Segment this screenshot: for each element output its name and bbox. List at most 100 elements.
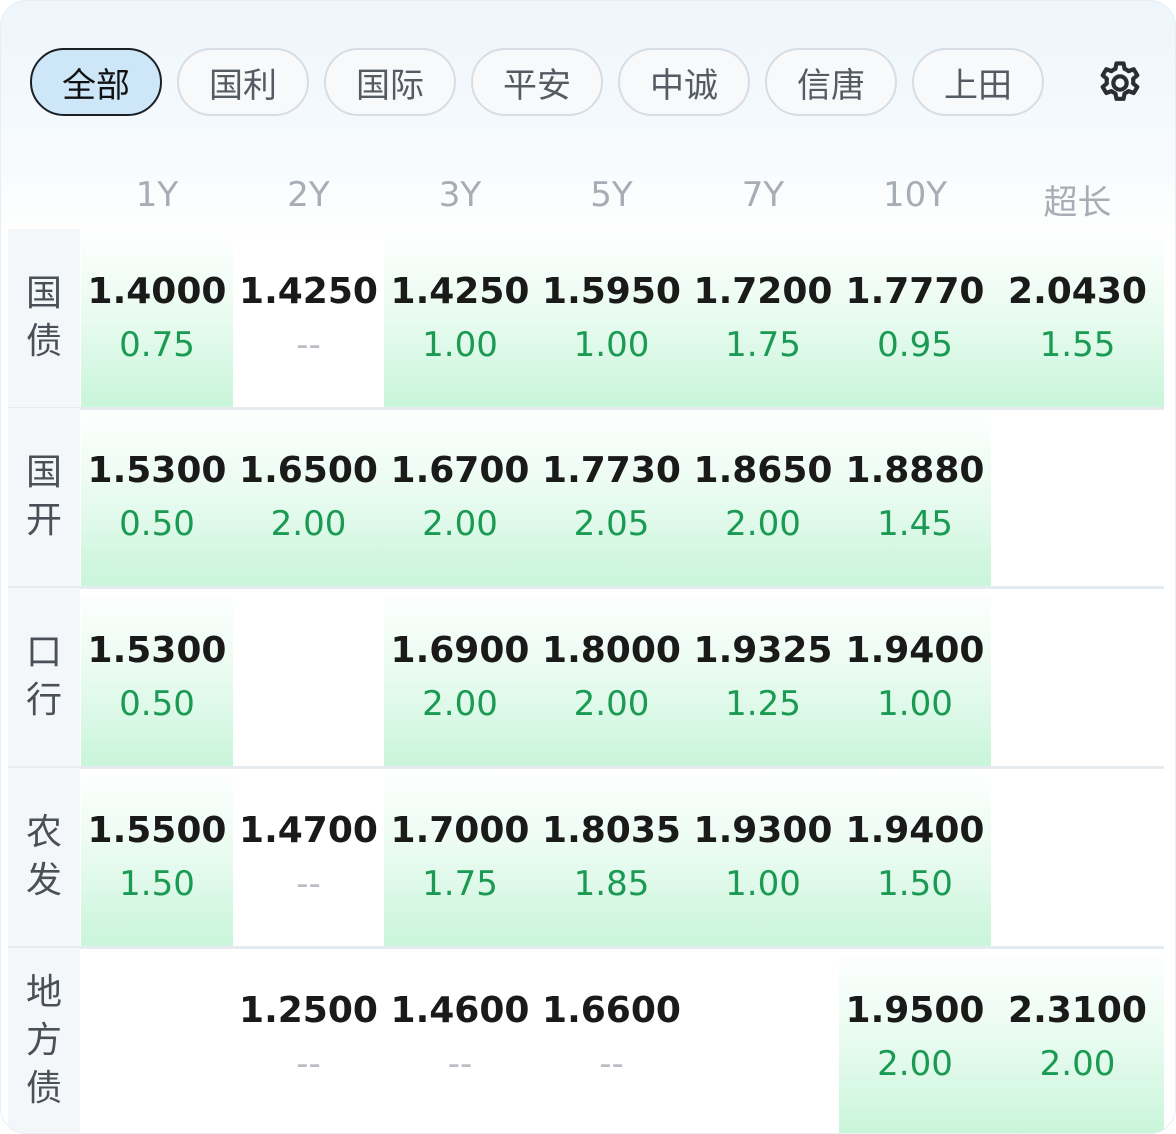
tenor-header-2: 2Y bbox=[287, 175, 330, 215]
yield-cell[interactable]: 1.6500 2.00 bbox=[233, 408, 384, 586]
yield-value: 1.4250 bbox=[239, 271, 378, 312]
yield-change: 2.00 bbox=[270, 504, 347, 544]
tenor-header-3: 3Y bbox=[438, 175, 482, 215]
yield-change: 1.00 bbox=[422, 325, 498, 365]
row-label-char: 行 bbox=[25, 680, 62, 721]
yield-change: -- bbox=[296, 864, 321, 904]
yield-cell[interactable]: 2.3100 2.00 bbox=[991, 948, 1164, 1134]
yield-change: 2.00 bbox=[1039, 1044, 1116, 1084]
yield-cell[interactable]: 1.4700 -- bbox=[233, 768, 384, 946]
yield-change: 2.00 bbox=[573, 684, 650, 724]
yield-cell[interactable]: 1.7200 1.75 bbox=[687, 229, 839, 407]
yield-value: 1.6500 bbox=[239, 450, 378, 491]
yield-value: 1.5500 bbox=[87, 810, 227, 851]
yield-value: 1.9300 bbox=[693, 810, 833, 851]
yield-change: 0.50 bbox=[119, 504, 195, 544]
gear-icon[interactable] bbox=[1095, 58, 1145, 108]
row-label-char: 开 bbox=[25, 500, 62, 541]
tenor-header-5: 7Y bbox=[741, 175, 785, 215]
yield-change: 0.75 bbox=[119, 325, 195, 365]
tab-5[interactable]: 中诚 bbox=[618, 48, 750, 116]
yield-cell[interactable]: 1.8035 1.85 bbox=[536, 768, 687, 946]
yield-value: 1.9500 bbox=[845, 990, 985, 1031]
yield-value: 2.3100 bbox=[1008, 990, 1147, 1031]
yield-change: 1.50 bbox=[877, 864, 953, 904]
yield-cell[interactable]: 1.7730 2.05 bbox=[536, 408, 687, 586]
yield-value: 1.8650 bbox=[693, 450, 833, 491]
row-label: 口行 bbox=[8, 588, 80, 766]
row-label-char: 国 bbox=[25, 273, 62, 314]
yield-cell[interactable]: 2.0430 1.55 bbox=[991, 229, 1164, 407]
row-label-char: 国 bbox=[25, 452, 62, 493]
tab-3[interactable]: 国际 bbox=[324, 48, 456, 116]
yield-value: 1.7770 bbox=[845, 271, 985, 312]
yield-cell[interactable]: 1.7770 0.95 bbox=[839, 229, 991, 407]
tab-1[interactable]: 全部 bbox=[30, 48, 162, 116]
yield-value: 1.9325 bbox=[693, 630, 833, 671]
yield-value: 1.7000 bbox=[390, 810, 530, 851]
row-label: 国开 bbox=[8, 408, 80, 586]
yield-cell[interactable]: 1.8880 1.45 bbox=[839, 408, 991, 586]
yield-change: 1.50 bbox=[119, 864, 195, 904]
yield-value: 2.0430 bbox=[1008, 271, 1147, 312]
row-label: 地方债 bbox=[8, 948, 80, 1134]
yield-value: 1.4700 bbox=[239, 810, 378, 851]
yield-value: 1.8000 bbox=[542, 630, 681, 671]
yield-change: 1.85 bbox=[573, 864, 650, 904]
row-label-char: 方 bbox=[25, 1020, 62, 1061]
yield-value: 1.6700 bbox=[390, 450, 530, 491]
yield-change: -- bbox=[599, 1044, 624, 1084]
yield-cell[interactable]: 1.9400 1.00 bbox=[839, 588, 991, 766]
yield-value: 1.5950 bbox=[542, 271, 681, 312]
yield-change: 2.00 bbox=[422, 684, 498, 724]
tenor-header-6: 10Y bbox=[882, 175, 948, 215]
yield-change: 1.75 bbox=[725, 325, 801, 365]
row-label-char: 农 bbox=[25, 812, 62, 853]
yield-value: 1.7730 bbox=[542, 450, 681, 491]
yield-cell[interactable]: 1.4000 0.75 bbox=[81, 229, 233, 407]
yield-cell[interactable]: 1.6900 2.00 bbox=[384, 588, 536, 766]
yield-change: -- bbox=[296, 325, 321, 365]
tenor-header-7: 超长 bbox=[1043, 183, 1112, 223]
yield-change: 0.50 bbox=[119, 684, 195, 724]
tab-4[interactable]: 平安 bbox=[471, 48, 603, 116]
yield-cell[interactable]: 1.9400 1.50 bbox=[839, 768, 991, 946]
yield-value: 1.4600 bbox=[390, 990, 530, 1031]
yield-cell[interactable]: 1.5950 1.00 bbox=[536, 229, 687, 407]
yield-cell[interactable]: 1.2500 -- bbox=[233, 948, 384, 1134]
yield-cell[interactable]: 1.5300 0.50 bbox=[81, 408, 233, 586]
row-label-char: 发 bbox=[25, 860, 62, 901]
tab-2[interactable]: 国利 bbox=[177, 48, 309, 116]
yield-change: 1.45 bbox=[877, 504, 953, 544]
yield-cell[interactable]: 1.6600 -- bbox=[536, 948, 687, 1134]
yield-cell[interactable]: 1.5300 0.50 bbox=[81, 588, 233, 766]
yield-cell[interactable]: 1.7000 1.75 bbox=[384, 768, 536, 946]
tenor-header-4: 5Y bbox=[590, 175, 633, 215]
yield-change: 1.55 bbox=[1039, 325, 1116, 365]
row-label-char: 口 bbox=[25, 632, 62, 673]
yield-cell[interactable]: 1.9500 2.00 bbox=[839, 948, 991, 1134]
yield-change: 2.05 bbox=[573, 504, 650, 544]
yield-cell[interactable]: 1.8000 2.00 bbox=[536, 588, 687, 766]
yield-cell[interactable]: 1.4600 -- bbox=[384, 948, 536, 1134]
yield-cell[interactable]: 1.5500 1.50 bbox=[81, 768, 233, 946]
yield-value: 1.5300 bbox=[87, 450, 227, 491]
yield-value: 1.9400 bbox=[845, 630, 985, 671]
yield-cell[interactable]: 1.4250 1.00 bbox=[384, 229, 536, 407]
yield-cell[interactable]: 1.9300 1.00 bbox=[687, 768, 839, 946]
yield-change: -- bbox=[447, 1044, 473, 1084]
yield-change: 2.00 bbox=[877, 1044, 953, 1084]
yield-value: 1.2500 bbox=[239, 990, 378, 1031]
yield-cell[interactable]: 1.8650 2.00 bbox=[687, 408, 839, 586]
yield-value: 1.6900 bbox=[390, 630, 530, 671]
tab-6[interactable]: 信唐 bbox=[765, 48, 897, 116]
yield-cell[interactable]: 1.9325 1.25 bbox=[687, 588, 839, 766]
yield-value: 1.8880 bbox=[845, 450, 985, 491]
yield-value: 1.4250 bbox=[390, 271, 530, 312]
yield-cell[interactable]: 1.6700 2.00 bbox=[384, 408, 536, 586]
yield-value: 1.5300 bbox=[87, 630, 227, 671]
tab-7[interactable]: 上田 bbox=[912, 48, 1044, 116]
yield-cell[interactable]: 1.4250 -- bbox=[233, 229, 384, 407]
yield-change: 2.00 bbox=[422, 504, 498, 544]
yield-change: 1.00 bbox=[725, 864, 801, 904]
